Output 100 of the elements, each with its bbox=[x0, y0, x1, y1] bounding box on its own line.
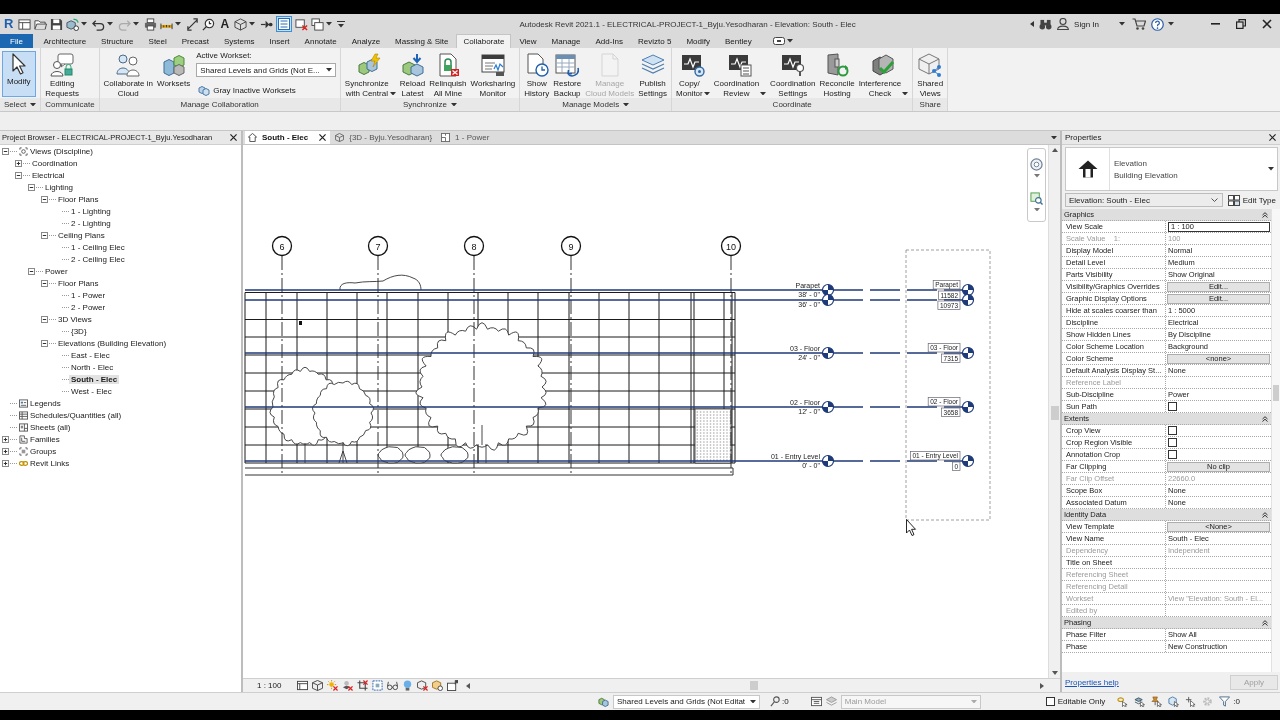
ribbon-tab[interactable]: Massing & Site bbox=[388, 34, 456, 48]
ribbon-button[interactable]: Collaborate in Cloud bbox=[101, 51, 155, 97]
binoculars-icon[interactable] bbox=[1039, 18, 1053, 30]
caret-icon[interactable] bbox=[325, 68, 332, 72]
tree-item[interactable]: Floor Plans bbox=[56, 278, 101, 288]
caret-icon[interactable] bbox=[787, 39, 794, 43]
minus-box-icon[interactable] bbox=[2, 147, 9, 155]
checkbox-icon[interactable] bbox=[1045, 697, 1055, 706]
caret-icon[interactable] bbox=[1119, 22, 1125, 26]
tag-icon[interactable] bbox=[202, 17, 216, 31]
close-icon[interactable] bbox=[319, 134, 327, 141]
level-head-icon[interactable] bbox=[821, 400, 835, 414]
double-chevron-up-icon[interactable] bbox=[1262, 211, 1268, 218]
ribbon-tab[interactable]: Annotate bbox=[297, 34, 344, 48]
crop-frame-icon[interactable] bbox=[372, 680, 384, 691]
switch-windows-icon[interactable] bbox=[311, 17, 325, 31]
double-chevron-up-icon[interactable] bbox=[1262, 511, 1268, 518]
dimension-icon[interactable] bbox=[186, 17, 200, 31]
scrollbar-thumb[interactable] bbox=[1273, 385, 1279, 402]
ribbon-tab[interactable]: Bentley bbox=[718, 34, 759, 48]
cube-crossed-icon[interactable] bbox=[417, 680, 429, 691]
document-tab[interactable]: {3D - Byju.Yesodharan} bbox=[332, 131, 437, 144]
ribbon-tab[interactable]: Steel bbox=[141, 34, 174, 48]
pin-icon[interactable] bbox=[770, 696, 782, 707]
tree-item[interactable]: Ceiling Plans bbox=[56, 230, 107, 240]
tree-item[interactable]: Lighting bbox=[43, 182, 76, 192]
filter-icon[interactable] bbox=[1219, 696, 1231, 707]
scroll-up-arrow-icon[interactable] bbox=[1051, 148, 1058, 152]
ribbon-button[interactable]: Coordination Settings bbox=[768, 51, 818, 97]
shadow-crossed-icon[interactable] bbox=[342, 680, 354, 691]
scroll-left-arrow-icon[interactable] bbox=[466, 682, 471, 689]
window-icon[interactable] bbox=[18, 17, 32, 31]
level-line[interactable] bbox=[244, 352, 964, 354]
type-selector[interactable]: Elevation Building Elevation bbox=[1065, 147, 1278, 191]
grid-bubble[interactable]: 8 bbox=[463, 235, 485, 257]
caret-icon[interactable] bbox=[30, 102, 37, 107]
tree-item[interactable]: South - Elec bbox=[69, 374, 120, 384]
caret-icon[interactable] bbox=[389, 91, 396, 95]
caret-icon[interactable] bbox=[623, 102, 630, 107]
ribbon-button[interactable]: Worksharing Monitor bbox=[468, 51, 518, 97]
caret-icon[interactable] bbox=[750, 699, 757, 704]
tree-item[interactable]: 2 - Ceiling Elec bbox=[69, 254, 127, 264]
tree-item[interactable]: 2 - Lighting bbox=[69, 218, 113, 228]
ribbon-button[interactable]: Interference Check bbox=[856, 51, 911, 97]
ribbon-tab[interactable]: Structure bbox=[94, 34, 141, 48]
cube-outline-icon[interactable] bbox=[312, 680, 324, 691]
caret-icon[interactable] bbox=[451, 102, 458, 107]
ribbon-button[interactable]: Reconcile Hosting bbox=[817, 51, 857, 97]
ribbon-button[interactable]: Coordination Review bbox=[711, 51, 769, 97]
caret-icon[interactable] bbox=[1268, 167, 1274, 171]
ribbon-button[interactable]: Reload Latest bbox=[397, 51, 428, 97]
caret-icon[interactable] bbox=[1168, 22, 1174, 26]
vertical-scrollbar[interactable] bbox=[1271, 209, 1280, 672]
tree-item[interactable]: 2 - Power bbox=[69, 302, 108, 312]
close-icon[interactable] bbox=[1269, 134, 1276, 141]
ribbon-button[interactable]: Editing Requests bbox=[43, 51, 82, 97]
tree-item[interactable]: North - Elec bbox=[69, 362, 116, 372]
customize-caret-icon[interactable] bbox=[337, 20, 346, 28]
ribbon-tab[interactable]: Insert bbox=[262, 34, 297, 48]
document-tab[interactable]: 1 - Power bbox=[438, 131, 494, 144]
ribbon-tab[interactable]: Manage bbox=[544, 34, 588, 48]
checkbox-icon[interactable] bbox=[1168, 426, 1177, 435]
grid-bubble[interactable]: 6 bbox=[271, 235, 293, 257]
scrollbar-thumb[interactable] bbox=[749, 681, 758, 690]
ribbon-tab[interactable]: Systems bbox=[216, 34, 262, 48]
tree-item[interactable]: Groups bbox=[28, 446, 59, 456]
ribbon-button[interactable]: Publish Settings bbox=[636, 51, 670, 97]
caret-icon[interactable] bbox=[1051, 135, 1057, 140]
chain-cursor-icon[interactable] bbox=[1117, 696, 1129, 707]
caret-icon[interactable] bbox=[107, 22, 114, 26]
plus-box-icon[interactable] bbox=[2, 447, 9, 455]
caret-icon[interactable] bbox=[326, 22, 333, 26]
sun-crossed-icon[interactable] bbox=[327, 680, 339, 691]
tree-item[interactable]: Elevations (Building Elevation) bbox=[56, 338, 169, 348]
ribbon-button[interactable]: Show History bbox=[522, 51, 552, 97]
ribbon-button[interactable]: Copy/ Monitor bbox=[674, 51, 712, 97]
tree-item[interactable]: 1 - Ceiling Elec bbox=[69, 242, 127, 252]
sync-icon[interactable] bbox=[66, 17, 80, 31]
sign-in-link[interactable]: Sign In bbox=[1074, 19, 1099, 29]
grid-bubble[interactable]: 7 bbox=[367, 235, 389, 257]
app-logo[interactable]: R bbox=[4, 17, 14, 31]
panel-toggle-icon[interactable] bbox=[773, 37, 786, 45]
tree-item[interactable]: 1 - Power bbox=[69, 290, 108, 300]
plus-box-icon[interactable] bbox=[15, 159, 22, 167]
active-workset-dropdown[interactable]: Shared Levels and Grids (Not Editat bbox=[613, 694, 761, 709]
minus-box-icon[interactable] bbox=[41, 231, 48, 239]
level-head-icon[interactable] bbox=[821, 346, 835, 360]
ribbon-tab[interactable]: Add-Ins bbox=[588, 34, 631, 48]
minus-box-icon[interactable] bbox=[41, 279, 48, 287]
scroll-down-arrow-icon[interactable] bbox=[1051, 671, 1058, 675]
ribbon-tab[interactable]: Revizto 5 bbox=[631, 34, 679, 48]
window-list-icon[interactable] bbox=[810, 696, 822, 707]
cube-icon[interactable] bbox=[234, 17, 248, 31]
caret-icon[interactable] bbox=[902, 91, 909, 95]
grid-bubble[interactable]: 10 bbox=[720, 235, 742, 257]
plus-box-icon[interactable] bbox=[2, 435, 9, 443]
scroll-right-arrow-icon[interactable] bbox=[1040, 682, 1044, 689]
ribbon-button[interactable]: Synchronize with Central bbox=[342, 51, 398, 97]
level-line[interactable] bbox=[244, 289, 964, 291]
ribbon-tab[interactable]: Analyze bbox=[344, 34, 388, 48]
